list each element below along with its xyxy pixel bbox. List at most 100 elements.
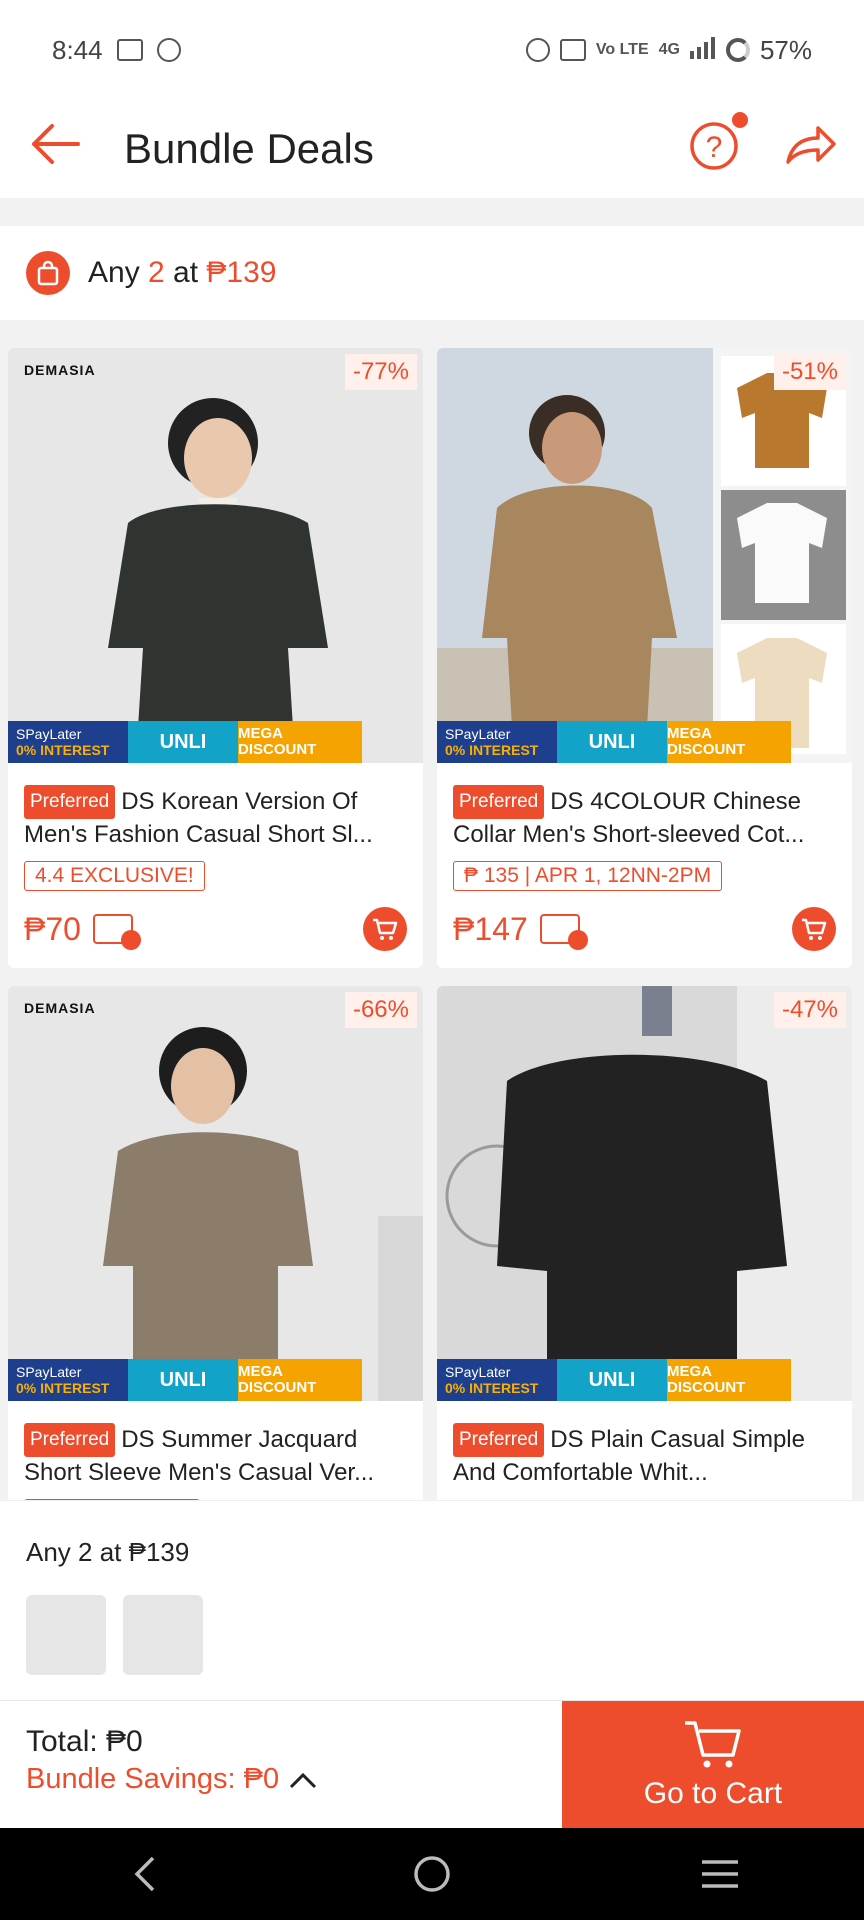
spaylater-icon <box>92 914 141 950</box>
bundle-prefix: Any <box>88 256 149 289</box>
mega-discount-promo: MEGA DISCOUNT <box>238 1359 362 1401</box>
price-row: ₱70 <box>24 907 407 951</box>
vibrate-icon <box>559 39 586 61</box>
promo-banner: SPayLater 0% INTEREST UNLI MEGA DISCOUNT <box>437 721 791 763</box>
total-label: Total: ₱0 <box>26 1725 143 1758</box>
interest-label: 0% INTEREST <box>16 1380 110 1396</box>
product-card[interactable]: DEMASIA -66% SPayLater 0% INTEREST UNLI M… <box>8 986 423 1500</box>
bundle-qty: 2 <box>148 256 165 289</box>
bundle-slot[interactable] <box>26 1595 106 1675</box>
product-image: -47% SPayLater 0% INTEREST UNLI MEGA DISC… <box>437 986 852 1401</box>
product-info: Preferred DS Plain Casual Simple And Comf… <box>437 1401 852 1500</box>
add-to-cart-button[interactable] <box>363 907 407 951</box>
product-info: Preferred DS Summer Jacquard Short Sleeve… <box>8 1401 423 1500</box>
notification-dot <box>732 112 748 128</box>
product-info: Preferred DS 4COLOUR Chinese Collar Men's… <box>437 763 852 965</box>
clock: 8:44 <box>52 34 103 65</box>
spaylater-promo: SPayLater 0% INTEREST <box>8 1359 128 1401</box>
preferred-badge: Preferred <box>453 785 545 819</box>
promo-banner: SPayLater 0% INTEREST UNLI MEGA DISCOUNT <box>8 721 362 763</box>
product-card[interactable]: DEMASIA -77% SPayLater 0% INTEREST UNLI M… <box>8 348 423 968</box>
go-to-cart-label: Go to Cart <box>643 1777 783 1810</box>
interest-label: 0% INTEREST <box>16 742 110 758</box>
promo-banner: SPayLater 0% INTEREST UNLI MEGA DISCOUNT <box>437 1359 791 1401</box>
bundle-info: Any 2 at ₱139 <box>0 226 864 320</box>
product-info: Preferred DS Korean Version Of Men's Fash… <box>8 763 423 965</box>
preferred-badge: Preferred <box>453 1423 545 1457</box>
status-right: Vo LTE 4G 57% <box>525 35 812 66</box>
nav-home-icon <box>414 1856 450 1892</box>
product-price: ₱70 <box>24 910 81 947</box>
product-image: DEMASIA -77% SPayLater 0% INTEREST UNLI M… <box>8 348 423 763</box>
product-photo <box>437 348 852 763</box>
promo-tag: ₱ 135 | APR 1, 12NN-2PM <box>453 861 723 891</box>
product-card[interactable]: -47% SPayLater 0% INTEREST UNLI MEGA DISC… <box>437 986 852 1500</box>
brand-logo: DEMASIA <box>24 1000 96 1016</box>
discount-badge: -47% <box>773 992 846 1028</box>
interest-label: 0% INTEREST <box>445 1380 539 1396</box>
product-title: Preferred DS Plain Casual Simple And Comf… <box>453 1423 836 1487</box>
spaylater-promo: SPayLater 0% INTEREST <box>437 721 557 763</box>
bundle-slot[interactable] <box>123 1595 203 1675</box>
promo-banner: SPayLater 0% INTEREST UNLI MEGA DISCOUNT <box>8 1359 362 1401</box>
interest-label: 0% INTEREST <box>445 742 539 758</box>
spaylater-promo: SPayLater 0% INTEREST <box>437 1359 557 1401</box>
bundle-middle: at <box>164 256 207 289</box>
nav-home-button[interactable] <box>392 1834 472 1914</box>
product-image: DEMASIA -66% SPayLater 0% INTEREST UNLI M… <box>8 986 423 1401</box>
cart-icon <box>685 1721 741 1768</box>
product-title: Preferred DS 4COLOUR Chinese Collar Men's… <box>453 785 836 849</box>
spay-label: SPayLater <box>445 726 511 742</box>
spay-label: SPayLater <box>16 726 82 742</box>
product-title: Preferred DS Summer Jacquard Short Sleeve… <box>24 1423 407 1487</box>
chevron-up-icon <box>290 1772 317 1788</box>
add-to-cart-button[interactable] <box>792 907 836 951</box>
product-price: ₱147 <box>453 910 528 947</box>
preferred-badge: Preferred <box>24 785 116 819</box>
network-label: 4G <box>658 41 680 58</box>
spay-label: SPayLater <box>445 1364 511 1380</box>
alarm-icon <box>525 38 550 62</box>
go-to-cart-button[interactable]: Go to Cart <box>562 1701 864 1829</box>
back-arrow-icon <box>32 124 80 164</box>
product-photo <box>8 348 423 763</box>
nav-menu-icon <box>702 1860 738 1888</box>
back-button[interactable] <box>24 112 88 176</box>
mega-discount-promo: MEGA DISCOUNT <box>238 721 362 763</box>
nav-back-button[interactable] <box>104 1834 184 1914</box>
signal-icon <box>689 35 716 66</box>
discount-badge: -77% <box>344 354 417 390</box>
promo-tag: 4.4 EXCLUSIVE! <box>24 861 205 891</box>
app-header: Bundle Deals ? <box>0 100 864 198</box>
unli-promo: UNLI <box>557 721 667 763</box>
product-title: Preferred DS Korean Version Of Men's Fash… <box>24 785 407 849</box>
battery-icon <box>725 38 750 62</box>
shopping-bag-icon <box>26 251 70 295</box>
discount-badge: -51% <box>773 354 846 390</box>
settings-icon <box>156 38 181 62</box>
nav-menu-button[interactable] <box>680 1834 760 1914</box>
brand-logo: DEMASIA <box>24 362 96 378</box>
bundle-price: ₱139 <box>206 256 277 289</box>
share-button[interactable] <box>780 114 840 174</box>
product-photo <box>8 986 423 1401</box>
product-grid: DEMASIA -77% SPayLater 0% INTEREST UNLI M… <box>8 348 856 1500</box>
mega-discount-promo: MEGA DISCOUNT <box>667 721 791 763</box>
preferred-badge: Preferred <box>24 1423 116 1457</box>
spay-label: SPayLater <box>16 1364 82 1380</box>
calendar-icon <box>116 39 143 61</box>
volte-label: Vo LTE <box>595 41 649 58</box>
cart-icon <box>802 918 827 940</box>
spaylater-promo: SPayLater 0% INTEREST <box>8 721 128 763</box>
savings-label: Bundle Savings: ₱0 <box>26 1763 280 1795</box>
product-card[interactable]: -51% SPayLater 0% INTEREST UNLI MEGA DISC… <box>437 348 852 968</box>
tray-title: Any 2 at ₱139 <box>26 1537 190 1567</box>
bundle-savings-toggle[interactable]: Bundle Savings: ₱0 <box>26 1763 317 1796</box>
bundle-condition: Any 2 at ₱139 <box>88 256 277 290</box>
mega-discount-promo: MEGA DISCOUNT <box>667 1359 791 1401</box>
cart-icon <box>373 918 398 940</box>
checkout-bar: Total: ₱0 Bundle Savings: ₱0 Go to Cart <box>0 1700 864 1829</box>
help-button[interactable]: ? <box>686 112 748 174</box>
share-icon <box>786 126 836 164</box>
status-bar: 8:44 Vo LTE 4G 57% <box>0 0 864 100</box>
